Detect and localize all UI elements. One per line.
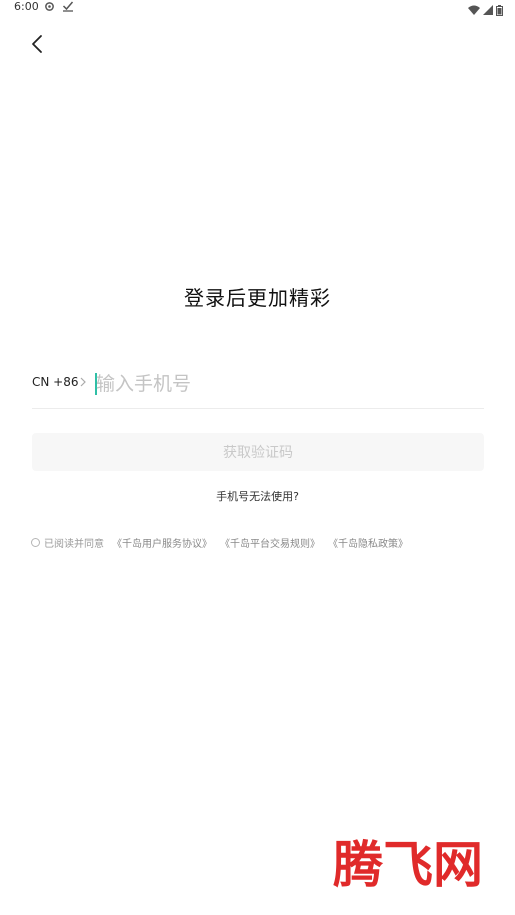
user-service-agreement-link[interactable]: 《千岛用户服务协议》 — [112, 535, 212, 550]
status-time: 6:00 — [14, 0, 39, 13]
page-title: 登录后更加精彩 — [184, 286, 331, 310]
battery-icon — [496, 4, 503, 16]
signal-icon — [483, 5, 493, 15]
chevron-right-icon — [80, 377, 86, 387]
back-button[interactable] — [26, 32, 50, 56]
country-code-selector[interactable]: CN +86 — [32, 375, 79, 389]
phone-input-row: CN +86 — [32, 367, 484, 409]
status-icons — [468, 4, 503, 16]
privacy-policy-link[interactable]: 《千岛隐私政策》 — [328, 535, 408, 550]
agreement-prefix: 已阅读并同意 — [44, 538, 104, 550]
agreement-checkbox[interactable] — [31, 537, 40, 547]
trading-rules-link[interactable]: 《千岛平台交易规则》 — [220, 535, 320, 550]
chevron-left-icon — [32, 35, 42, 53]
phone-number-input[interactable] — [96, 369, 476, 399]
wifi-icon — [468, 5, 480, 15]
settings-gear-icon — [45, 2, 54, 11]
phone-unusable-link[interactable]: 手机号无法使用? — [0, 488, 515, 504]
status-bar: 6:00 — [0, 0, 515, 18]
login-screen: 6:00 登录后更加精彩 CN +86 输入手机号 获取验证码 手机号无法使用?… — [0, 0, 515, 915]
agreement-row: 已阅读并同意 《千岛用户服务协议》 《千岛平台交易规则》 《千岛隐私政策》 — [31, 534, 416, 550]
get-verification-code-button[interactable]: 获取验证码 — [32, 433, 484, 471]
download-done-icon — [62, 1, 74, 12]
watermark-logo: 腾飞网 — [333, 835, 483, 894]
svg-text:腾飞网: 腾飞网 — [333, 835, 483, 894]
